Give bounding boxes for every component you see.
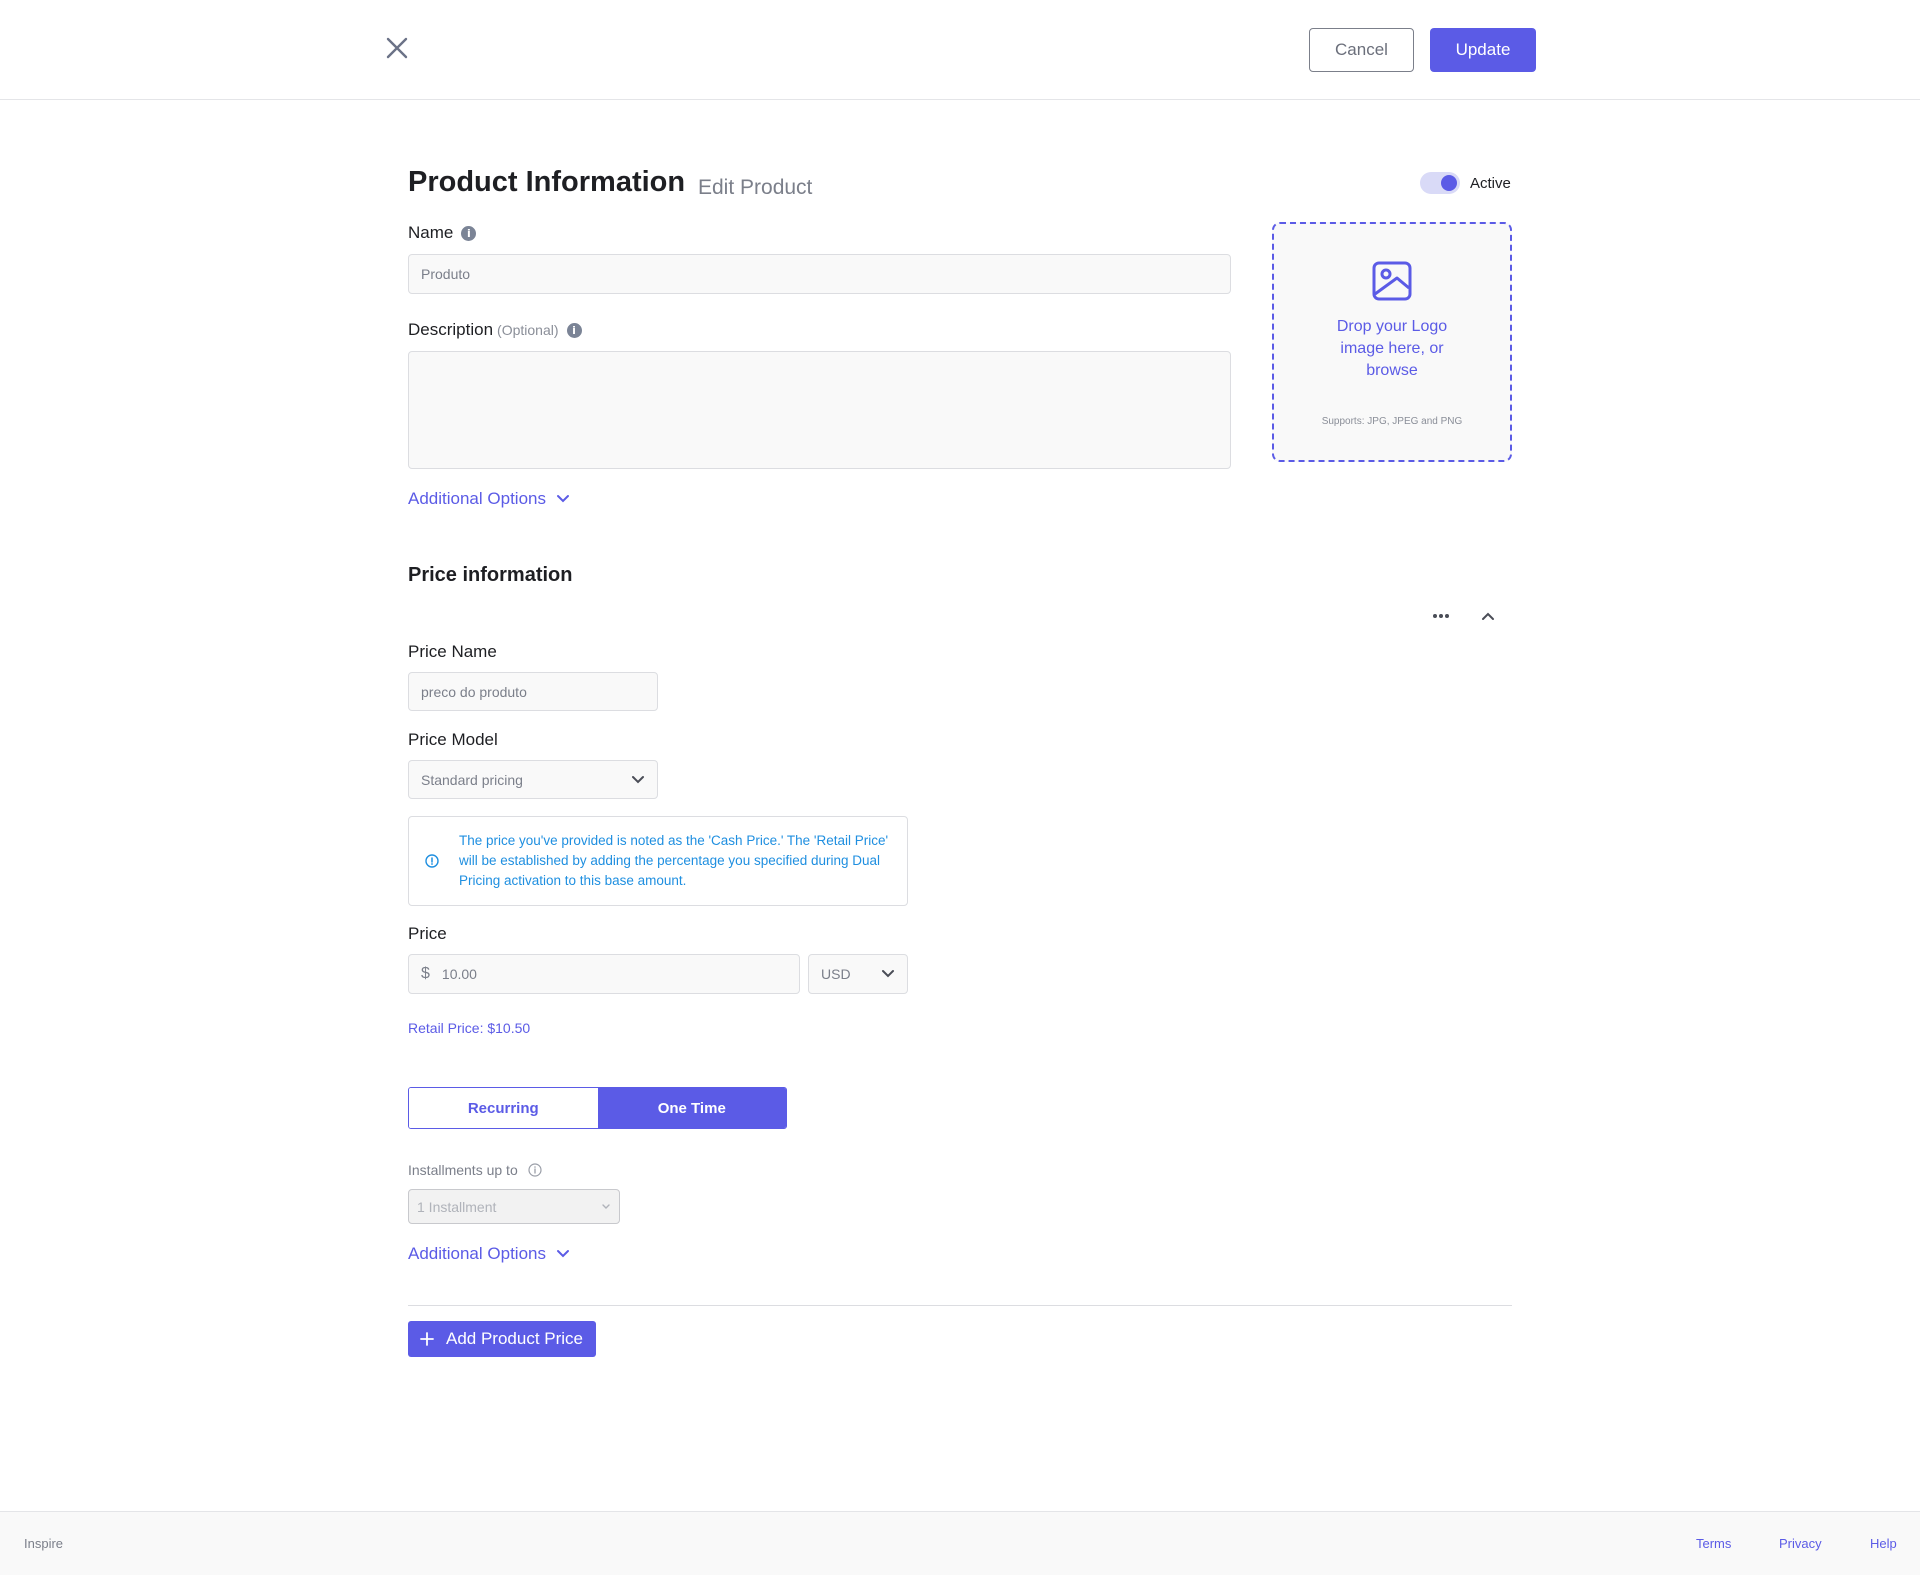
name-label-row: Name i: [408, 223, 477, 243]
footer: Inspire Terms Privacy Help: [0, 1511, 1920, 1575]
info-circle-icon: [425, 854, 439, 868]
price-name-label: Price Name: [408, 642, 497, 661]
additional-options-label: Additional Options: [408, 1244, 546, 1263]
one-time-option[interactable]: One Time: [597, 1088, 786, 1128]
price-name-input[interactable]: preco do produto: [408, 672, 658, 711]
currency-value: USD: [821, 966, 851, 982]
chevron-down-icon: [882, 970, 894, 978]
description-textarea[interactable]: [408, 351, 1231, 469]
notice-text: The price you've provided is noted as th…: [459, 833, 889, 888]
price-section-title: Price information: [408, 564, 573, 586]
info-icon[interactable]: i: [566, 322, 582, 338]
top-bar: Cancel Update: [0, 0, 1920, 100]
chevron-up-icon: [1482, 612, 1494, 620]
plus-icon: [420, 1332, 434, 1346]
additional-options-label: Additional Options: [408, 489, 546, 508]
chevron-down-icon: [602, 1203, 610, 1209]
page-subtitle: Edit Product: [698, 176, 813, 199]
price-amount-input[interactable]: $ 10.00: [408, 954, 800, 994]
dropzone-supports: Supports: JPG, JPEG and PNG: [1321, 416, 1463, 427]
chevron-down-icon: [556, 1250, 569, 1258]
close-icon: [386, 37, 408, 59]
price-model-label: Price Model: [408, 730, 498, 749]
chevron-down-icon: [632, 775, 644, 783]
page-title: Product Information: [408, 166, 686, 198]
installments-select[interactable]: 1 Installment: [408, 1189, 620, 1224]
logo-dropzone[interactable]: Drop your Logo image here, or browse Sup…: [1272, 222, 1512, 462]
more-options-button[interactable]: [1428, 606, 1454, 626]
active-toggle-group: Active: [1420, 172, 1511, 194]
close-button[interactable]: [382, 33, 412, 63]
installments-label-row: Installments up to: [408, 1162, 542, 1178]
additional-options-toggle[interactable]: Additional Options: [408, 489, 570, 509]
price-model-select[interactable]: Standard pricing: [408, 760, 658, 799]
section-divider: [408, 1305, 1512, 1306]
currency-symbol: $: [421, 965, 430, 982]
footer-link-privacy[interactable]: Privacy: [1779, 1536, 1822, 1551]
active-toggle[interactable]: [1420, 172, 1460, 194]
collapse-button[interactable]: [1476, 606, 1500, 626]
cancel-button[interactable]: Cancel: [1309, 28, 1414, 72]
active-toggle-label: Active: [1470, 174, 1511, 192]
add-product-price-label: Add Product Price: [446, 1329, 584, 1348]
recurring-option[interactable]: Recurring: [409, 1088, 598, 1128]
footer-link-help[interactable]: Help: [1870, 1536, 1897, 1551]
info-circle-icon[interactable]: [528, 1163, 542, 1177]
price-additional-options-toggle[interactable]: Additional Options: [408, 1244, 570, 1264]
name-input-value: Produto: [421, 266, 471, 282]
info-icon[interactable]: i: [461, 225, 477, 241]
price-name-value: preco do produto: [421, 683, 527, 700]
chevron-down-icon: [556, 495, 569, 503]
footer-brand: Inspire: [24, 1536, 64, 1551]
description-label: Description: [408, 320, 494, 339]
billing-type-toggle: Recurring One Time: [408, 1087, 787, 1129]
optional-tag: (Optional): [497, 322, 559, 338]
footer-link-terms[interactable]: Terms: [1696, 1536, 1731, 1551]
dual-pricing-notice: The price you've provided is noted as th…: [408, 816, 908, 906]
add-product-price-button[interactable]: Add Product Price: [408, 1321, 596, 1357]
currency-select[interactable]: USD: [808, 954, 908, 994]
price-amount-value: 10.00: [441, 966, 477, 982]
toggle-knob: [1441, 175, 1457, 191]
price-label: Price: [408, 924, 447, 943]
update-button[interactable]: Update: [1430, 28, 1536, 72]
name-input[interactable]: Produto: [408, 254, 1231, 294]
name-label: Name: [408, 223, 454, 242]
description-label-row: Description (Optional) i: [408, 320, 582, 340]
dropzone-text: Drop your Logo image here, or browse: [1336, 318, 1448, 379]
image-icon: [1372, 261, 1412, 301]
more-horizontal-icon: [1433, 614, 1449, 618]
installments-label: Installments up to: [408, 1162, 518, 1178]
retail-price: Retail Price: $10.50: [408, 1020, 531, 1036]
price-model-value: Standard pricing: [421, 771, 523, 788]
installments-value: 1 Installment: [417, 1198, 497, 1215]
